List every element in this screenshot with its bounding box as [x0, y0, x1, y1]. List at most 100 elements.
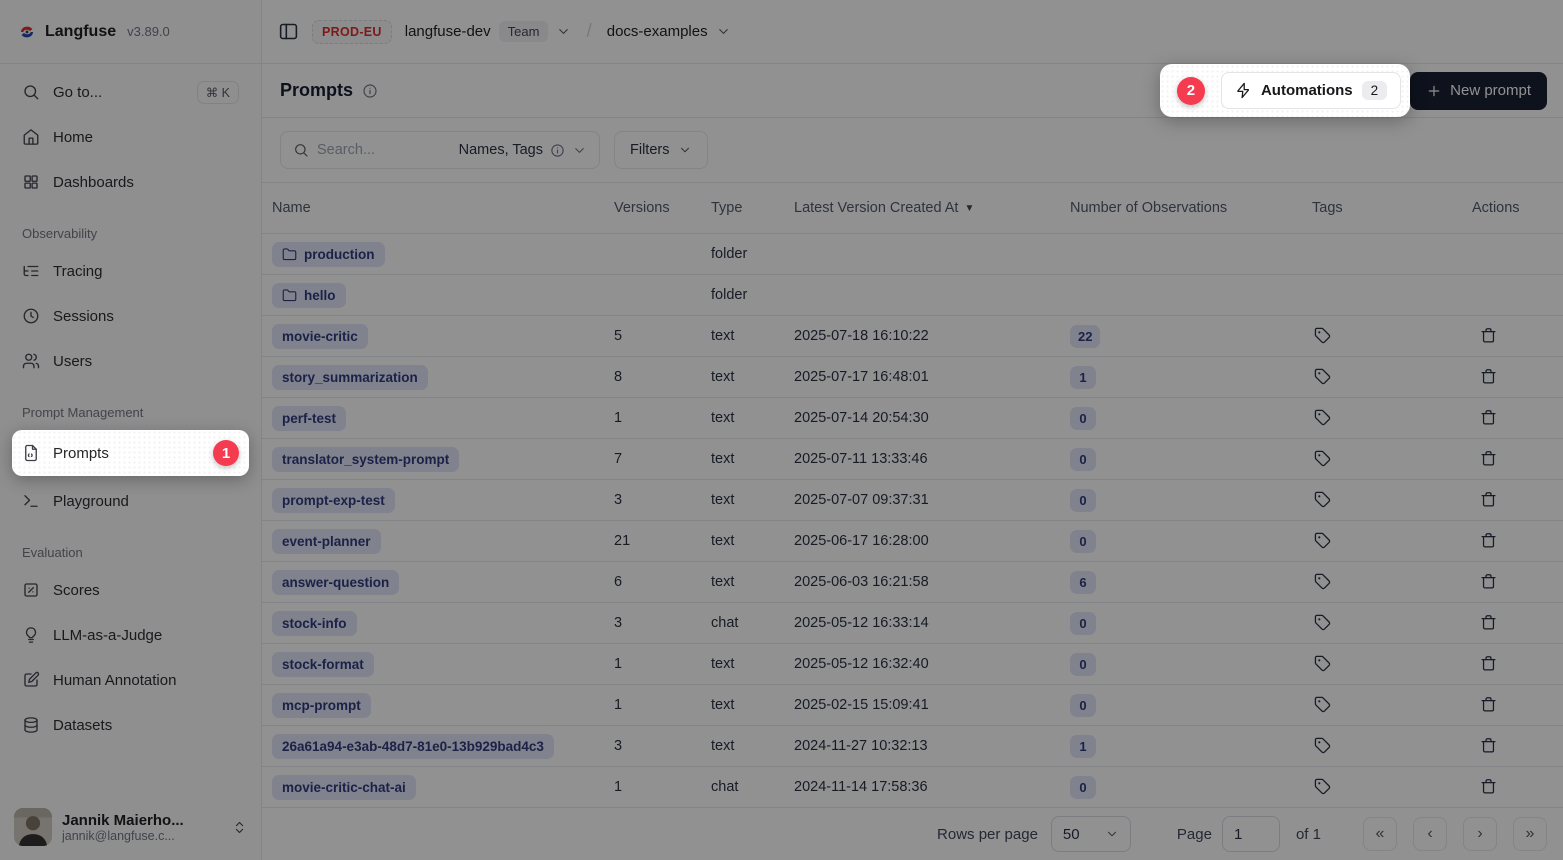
tag-button[interactable]	[1312, 489, 1333, 510]
table-row[interactable]: event-planner21text2025-06-17 16:28:000	[262, 521, 1563, 562]
sidebar-item-scores[interactable]: Scores	[12, 570, 249, 610]
tag-button[interactable]	[1312, 694, 1333, 715]
delete-button[interactable]	[1478, 407, 1499, 428]
column-header-number-of-observations[interactable]: Number of Observations	[1070, 200, 1312, 216]
info-icon	[550, 143, 565, 158]
type-cell: text	[711, 574, 794, 590]
tag-button[interactable]	[1312, 325, 1333, 346]
table-row[interactable]: story_summarization8text2025-07-17 16:48…	[262, 357, 1563, 398]
column-header-name[interactable]: Name	[272, 200, 614, 216]
info-icon[interactable]	[362, 83, 378, 99]
search-scope-dropdown[interactable]: Names, Tags	[459, 142, 587, 158]
prompt-name-badge[interactable]: story_summarization	[272, 365, 428, 390]
sidebar-item-human-annotation[interactable]: Human Annotation	[12, 660, 249, 700]
sidebar-toggle-icon[interactable]	[278, 21, 299, 42]
observations-count-badge: 0	[1070, 776, 1096, 799]
table-row[interactable]: prompt-exp-test3text2025-07-07 09:37:310	[262, 480, 1563, 521]
delete-button[interactable]	[1478, 489, 1499, 510]
table-row[interactable]: mcp-prompt1text2025-02-15 15:09:410	[262, 685, 1563, 726]
type-cell: text	[711, 410, 794, 426]
clock-icon	[22, 307, 40, 325]
table-row[interactable]: hellofolder	[262, 275, 1563, 316]
prompt-name-badge[interactable]: translator_system-prompt	[272, 447, 459, 472]
tag-button[interactable]	[1312, 776, 1333, 797]
prompt-name-badge[interactable]: stock-info	[272, 611, 357, 636]
next-page-button[interactable]: ›	[1463, 817, 1497, 851]
versions-cell: 1	[614, 656, 711, 672]
table-row[interactable]: translator_system-prompt7text2025-07-11 …	[262, 439, 1563, 480]
prompt-name-badge[interactable]: event-planner	[272, 529, 381, 554]
tag-button[interactable]	[1312, 530, 1333, 551]
folder-badge[interactable]: hello	[272, 283, 346, 308]
column-header-latest-version-created-at[interactable]: Latest Version Created At▼	[794, 200, 1070, 216]
column-header-type[interactable]: Type	[711, 200, 794, 216]
sidebar-item-playground[interactable]: Playground	[12, 481, 249, 521]
delete-button[interactable]	[1478, 448, 1499, 469]
app-version: v3.89.0	[127, 24, 170, 39]
delete-button[interactable]	[1478, 366, 1499, 387]
delete-button[interactable]	[1478, 530, 1499, 551]
table-row[interactable]: 26a61a94-e3ab-48d7-81e0-13b929bad4c33tex…	[262, 726, 1563, 767]
rows-per-page-select[interactable]: 50	[1051, 816, 1131, 852]
delete-button[interactable]	[1478, 612, 1499, 633]
zap-icon	[1235, 82, 1252, 99]
delete-button[interactable]	[1478, 735, 1499, 756]
delete-button[interactable]	[1478, 571, 1499, 592]
column-header-versions[interactable]: Versions	[614, 200, 711, 216]
sidebar-item-users[interactable]: Users	[12, 341, 249, 381]
tag-button[interactable]	[1312, 366, 1333, 387]
table-row[interactable]: perf-test1text2025-07-14 20:54:300	[262, 398, 1563, 439]
prompt-name-badge[interactable]: perf-test	[272, 406, 346, 431]
type-cell: chat	[711, 779, 794, 795]
versions-cell: 3	[614, 738, 711, 754]
table-row[interactable]: productionfolder	[262, 234, 1563, 275]
prompt-name-badge[interactable]: answer-question	[272, 570, 399, 595]
user-menu[interactable]: Jannik Maierho... jannik@langfuse.c...	[0, 796, 261, 860]
tag-button[interactable]	[1312, 612, 1333, 633]
previous-page-button[interactable]: ‹	[1413, 817, 1447, 851]
prompt-name-badge[interactable]: mcp-prompt	[272, 693, 371, 718]
prompt-name-badge[interactable]: movie-critic-chat-ai	[272, 775, 416, 800]
last-page-button[interactable]: »	[1513, 817, 1547, 851]
sidebar-item-sessions[interactable]: Sessions	[12, 296, 249, 336]
column-header-tags[interactable]: Tags	[1312, 200, 1472, 216]
org-name: langfuse-dev	[405, 23, 491, 40]
prompt-name-badge[interactable]: movie-critic	[272, 324, 368, 349]
file-code-icon	[22, 444, 40, 462]
sidebar-item-dashboards[interactable]: Dashboards	[12, 162, 249, 202]
delete-button[interactable]	[1478, 325, 1499, 346]
tag-button[interactable]	[1312, 735, 1333, 756]
sidebar-item-prompts[interactable]: Prompts1	[12, 430, 249, 476]
sidebar-item-home[interactable]: Home	[12, 117, 249, 157]
table-row[interactable]: stock-info3chat2025-05-12 16:33:140	[262, 603, 1563, 644]
page-number-input[interactable]	[1222, 816, 1280, 852]
table-row[interactable]: answer-question6text2025-06-03 16:21:586	[262, 562, 1563, 603]
column-header-actions[interactable]: Actions	[1472, 200, 1563, 216]
new-prompt-button[interactable]: New prompt	[1410, 72, 1547, 110]
table-row[interactable]: movie-critic5text2025-07-18 16:10:2222	[262, 316, 1563, 357]
prompt-name-badge[interactable]: prompt-exp-test	[272, 488, 395, 513]
sidebar-item-tracing[interactable]: Tracing	[12, 251, 249, 291]
tag-icon	[1314, 778, 1331, 795]
table-row[interactable]: movie-critic-chat-ai1chat2024-11-14 17:5…	[262, 767, 1563, 808]
tag-button[interactable]	[1312, 407, 1333, 428]
tag-button[interactable]	[1312, 448, 1333, 469]
first-page-button[interactable]: «	[1363, 817, 1397, 851]
delete-button[interactable]	[1478, 776, 1499, 797]
delete-button[interactable]	[1478, 694, 1499, 715]
automations-button[interactable]: Automations 2	[1221, 72, 1401, 109]
sidebar-item-llm-as-a-judge[interactable]: LLM-as-a-Judge	[12, 615, 249, 655]
tag-button[interactable]	[1312, 571, 1333, 592]
delete-button[interactable]	[1478, 653, 1499, 674]
tag-button[interactable]	[1312, 653, 1333, 674]
folder-badge[interactable]: production	[272, 242, 385, 267]
prompt-name-badge[interactable]: stock-format	[272, 652, 374, 677]
project-selector[interactable]: docs-examples	[607, 23, 731, 40]
sidebar-item-go-to[interactable]: Go to... ⌘ K	[12, 72, 249, 112]
org-selector[interactable]: langfuse-dev Team	[405, 21, 572, 42]
table-row[interactable]: stock-format1text2025-05-12 16:32:400	[262, 644, 1563, 685]
prompt-name-badge[interactable]: 26a61a94-e3ab-48d7-81e0-13b929bad4c3	[272, 734, 554, 759]
sidebar-item-datasets[interactable]: Datasets	[12, 705, 249, 745]
filters-button[interactable]: Filters	[614, 131, 708, 169]
search-input[interactable]	[317, 142, 451, 158]
